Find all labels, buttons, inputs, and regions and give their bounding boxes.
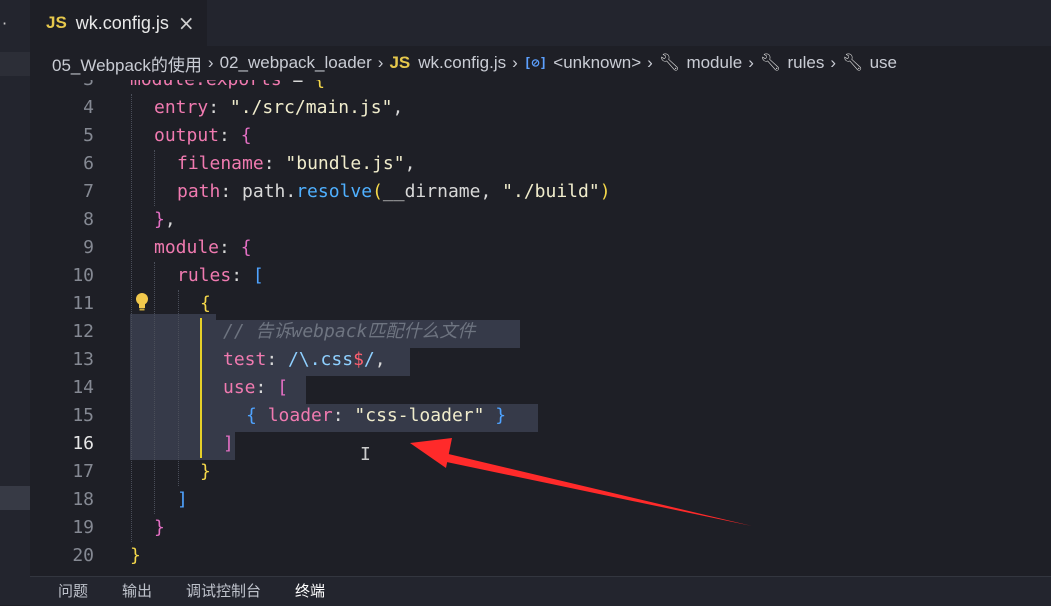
breadcrumb-item-unknown[interactable]: [⊘] <unknown> — [524, 53, 641, 73]
line-number: 18 — [72, 489, 94, 510]
wrench-icon: 🔧︎ — [759, 53, 782, 73]
breadcrumb-item-module[interactable]: 🔧︎ module — [659, 53, 742, 73]
text-cursor-icon: I — [360, 444, 371, 465]
line-number: 12 — [72, 321, 94, 342]
bottom-panel-tabs: 问题 输出 调试控制台 终端 — [30, 576, 1051, 606]
chevron-right-icon: › — [377, 53, 384, 72]
code-line[interactable]: { — [200, 290, 211, 318]
chevron-right-icon: › — [647, 53, 653, 72]
explorer-selection — [0, 52, 30, 76]
code-line[interactable]: } — [130, 542, 141, 570]
tab-bar: JS wk.config.js × — [30, 0, 1051, 46]
indent-guide — [154, 150, 155, 206]
explorer-selection-2 — [0, 486, 30, 510]
breadcrumb-item-use[interactable]: 🔧︎ use — [842, 53, 897, 73]
line-number: 5 — [83, 125, 94, 146]
breadcrumb-item-rules[interactable]: 🔧︎ rules — [760, 53, 824, 73]
code-line[interactable]: }, — [154, 206, 176, 234]
breadcrumb: 05_Webpack的使用 › 02_webpack_loader › JS wk… — [30, 46, 1051, 80]
lightbulb-icon[interactable] — [134, 292, 150, 312]
indent-guide — [178, 290, 179, 486]
selection-highlight — [130, 432, 235, 460]
editor-tab[interactable]: JS wk.config.js × — [30, 0, 207, 46]
code-line[interactable]: module: { — [154, 234, 252, 262]
line-number: 9 — [83, 237, 94, 258]
indent-guide — [131, 94, 132, 542]
tab-debug-console[interactable]: 调试控制台 — [186, 578, 261, 606]
line-number-current: 16 — [72, 433, 94, 454]
code-line[interactable]: module.exports = { — [130, 80, 325, 94]
more-icon[interactable]: · — [2, 14, 7, 33]
breadcrumb-item-folder[interactable]: 05_Webpack的使用 — [52, 51, 202, 76]
line-number: 8 — [83, 209, 94, 230]
js-file-icon: JS — [389, 53, 411, 72]
active-indent-guide — [200, 318, 202, 458]
code-line[interactable]: ] — [223, 430, 234, 458]
code-line[interactable]: { loader: "css-loader" } — [246, 402, 506, 430]
code-line[interactable]: output: { — [154, 122, 252, 150]
wrench-icon: 🔧︎ — [658, 53, 681, 73]
line-number: 15 — [72, 405, 94, 426]
line-number: 7 — [83, 181, 94, 202]
line-number: 17 — [72, 461, 94, 482]
code-line[interactable]: use: [ — [223, 374, 288, 402]
tab-output[interactable]: 输出 — [122, 578, 152, 606]
code-line[interactable]: ] — [177, 486, 188, 514]
tab-terminal[interactable]: 终端 — [295, 578, 325, 606]
line-number: 3 — [30, 80, 94, 94]
line-number: 10 — [72, 265, 94, 286]
code-line[interactable]: } — [154, 514, 165, 542]
indent-guide — [154, 262, 155, 514]
js-file-icon: JS — [46, 13, 67, 32]
code-line[interactable]: // 告诉webpack匹配什么文件 — [223, 318, 475, 346]
breadcrumb-item-subfolder[interactable]: 02_webpack_loader — [220, 53, 372, 73]
activity-bar: · — [0, 0, 30, 605]
tab-problems[interactable]: 问题 — [58, 578, 88, 606]
line-number: 6 — [83, 153, 94, 174]
code-line[interactable]: test: /\.css$/, — [223, 346, 386, 374]
chevron-right-icon: › — [748, 53, 754, 72]
wrench-icon: 🔧︎ — [842, 53, 864, 73]
code-line[interactable]: filename: "bundle.js", — [177, 150, 415, 178]
symbol-variable-icon: [⊘] — [523, 55, 548, 71]
line-number: 4 — [83, 97, 94, 118]
chevron-right-icon: › — [512, 53, 518, 72]
chevron-right-icon: › — [830, 53, 836, 72]
line-number: 11 — [72, 293, 94, 314]
breadcrumb-item-file[interactable]: JS wk.config.js — [389, 53, 506, 73]
code-line[interactable]: } — [200, 458, 211, 486]
line-number: 20 — [72, 545, 94, 566]
line-number: 14 — [72, 377, 94, 398]
code-editor[interactable]: 3 4 5 6 7 8 9 10 11 12 13 14 15 16 17 18… — [30, 80, 1051, 576]
close-icon[interactable]: × — [178, 11, 195, 35]
line-number: 19 — [72, 517, 94, 538]
line-number: 13 — [72, 349, 94, 370]
code-line[interactable]: entry: "./src/main.js", — [154, 94, 403, 122]
code-line[interactable]: rules: [ — [177, 262, 264, 290]
code-line[interactable]: path: path.resolve(__dirname, "./build") — [177, 178, 611, 206]
tab-label: wk.config.js — [75, 12, 169, 33]
chevron-right-icon: › — [207, 53, 214, 72]
